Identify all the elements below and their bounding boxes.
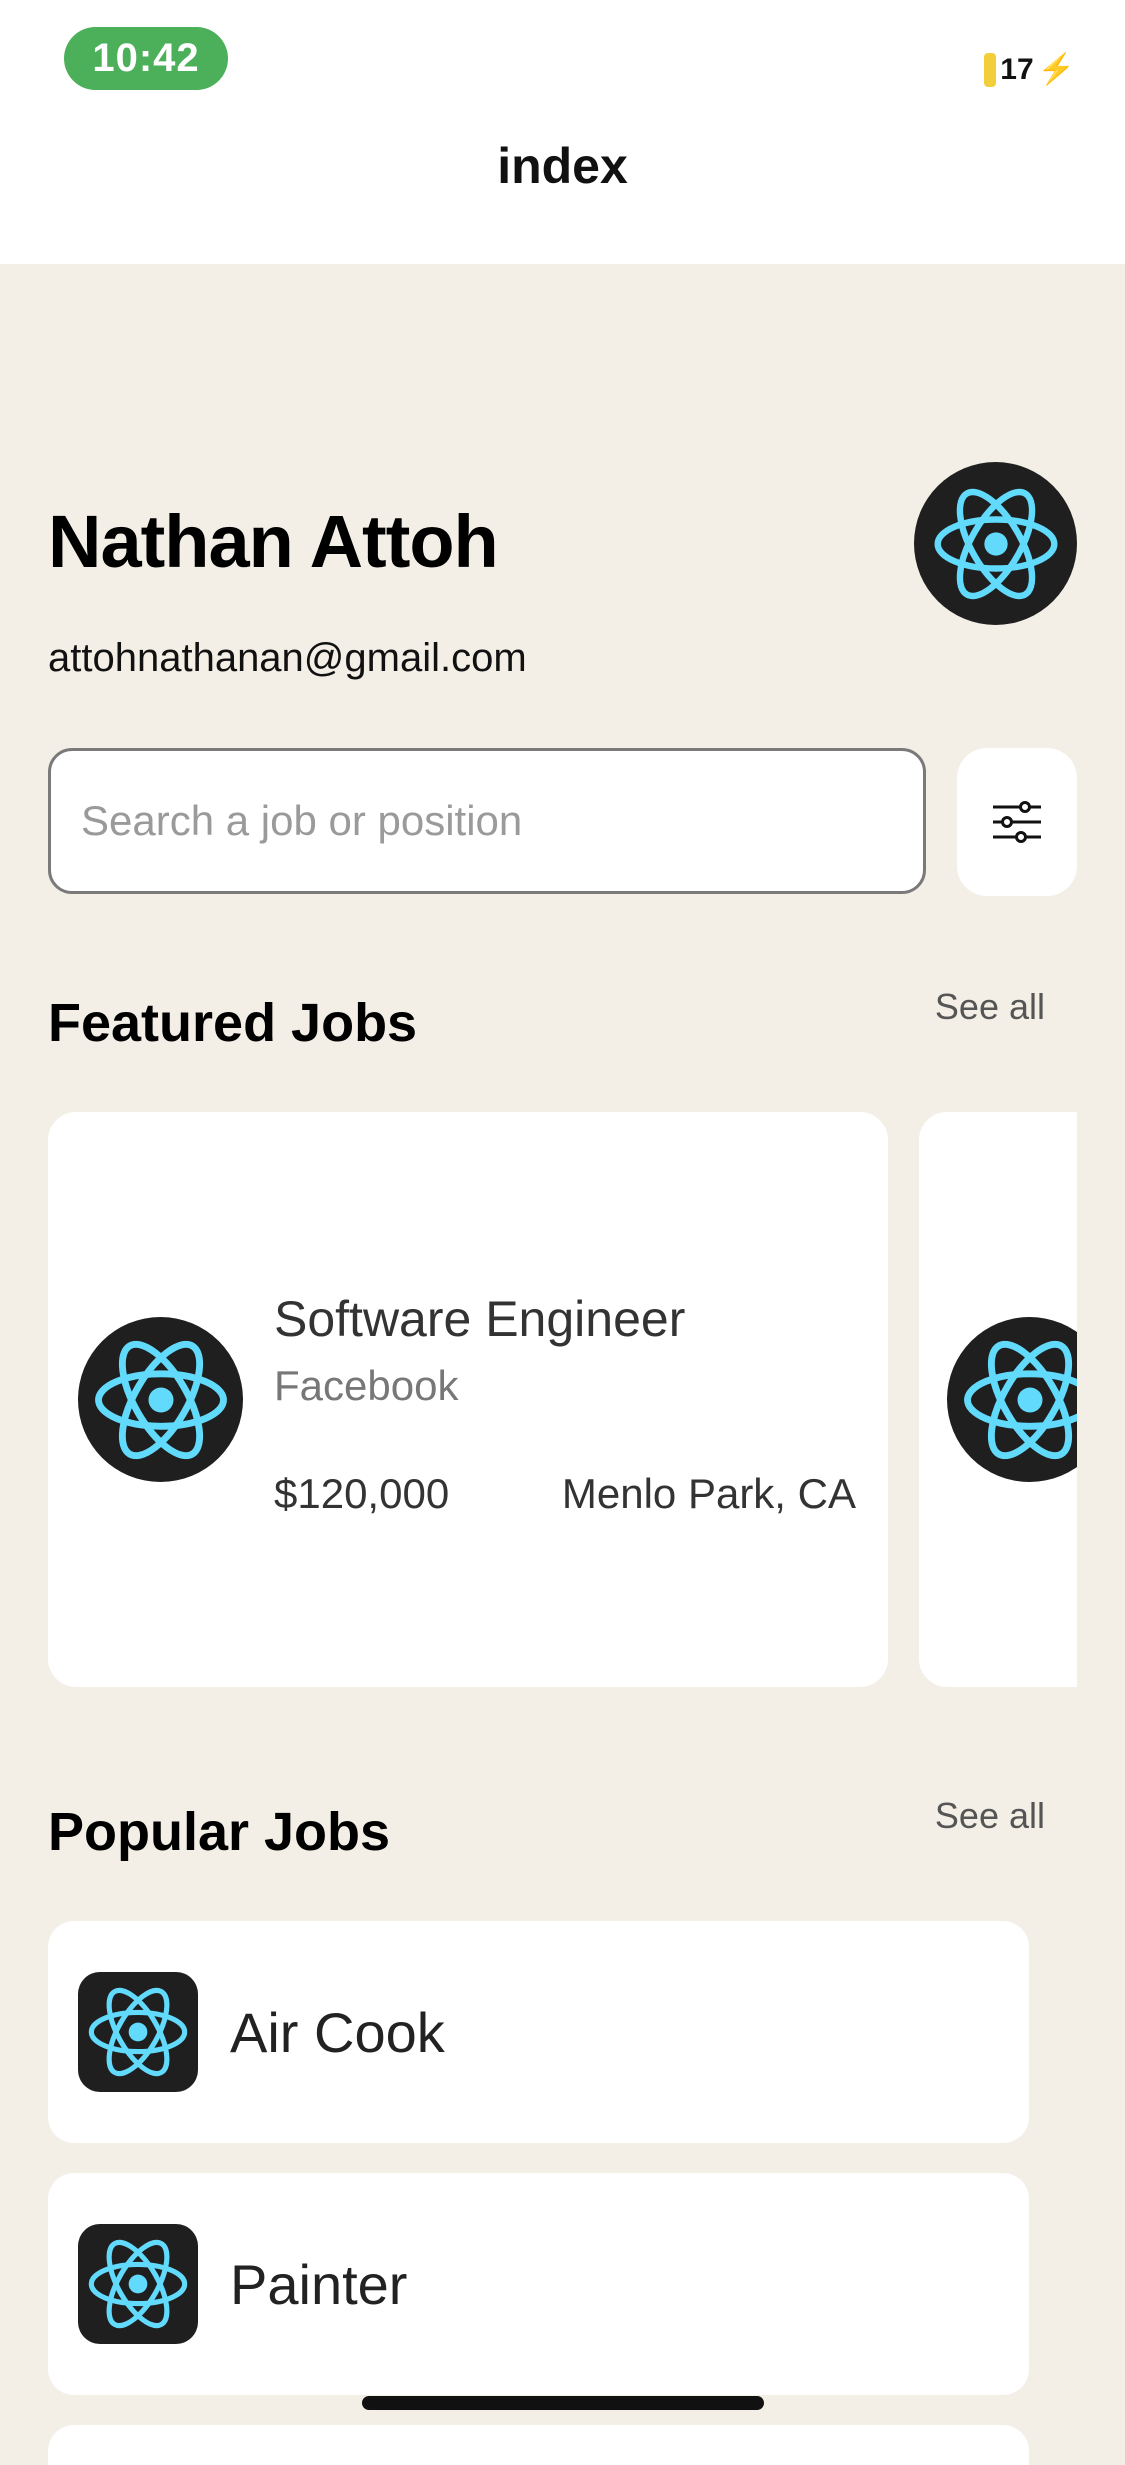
job-title: Software Engineer [274, 1291, 686, 1347]
main-content[interactable]: Nathan Attoh attohnathanan@gmail.com Sea… [0, 264, 1125, 2465]
sliders-icon [993, 801, 1041, 843]
company-logo [947, 1317, 1077, 1482]
featured-jobs-heading: Featured Jobs [48, 993, 418, 1053]
user-name: Nathan Attoh [48, 500, 499, 583]
job-location: Menlo Park, CA [561, 1470, 856, 1517]
react-atom-icon [963, 1340, 1077, 1459]
battery-icon [984, 52, 997, 87]
featured-job-card-next[interactable] [919, 1112, 1077, 1687]
charging-bolt-icon: ⚡ [1037, 53, 1075, 86]
popular-job-item[interactable]: Painter [48, 2173, 1029, 2395]
page-title: index [497, 137, 628, 194]
job-salary: $120,000 [274, 1470, 450, 1517]
battery-level: 17 [1000, 52, 1034, 86]
react-atom-icon [94, 1340, 227, 1459]
popular-job-item-partial[interactable] [48, 2425, 1029, 2465]
featured-see-all-link[interactable]: See all [935, 986, 1045, 1028]
profile-avatar[interactable] [914, 462, 1077, 625]
featured-job-card[interactable]: Software Engineer Facebook $120,000 Menl… [48, 1112, 888, 1687]
status-bar: 10:42 17 ⚡ [0, 0, 1125, 130]
job-logo [78, 1972, 198, 2092]
popular-job-item[interactable]: Air Cook [48, 1921, 1029, 2143]
job-company: Facebook [274, 1362, 459, 1409]
job-logo [78, 2224, 198, 2344]
react-atom-icon [88, 2239, 188, 2329]
search-input[interactable] [79, 796, 923, 846]
popular-job-title: Painter [230, 2252, 408, 2316]
user-email: attohnathanan@gmail.com [48, 636, 527, 680]
react-atom-icon [88, 1987, 188, 2077]
react-atom-icon [933, 488, 1058, 599]
company-logo [78, 1317, 243, 1482]
battery-indicator: 17 ⚡ [984, 52, 1075, 87]
popular-jobs-heading: Popular Jobs [48, 1802, 391, 1862]
nav-header: index [0, 130, 1125, 264]
home-indicator[interactable] [362, 2396, 764, 2410]
filter-button[interactable] [957, 748, 1077, 896]
status-time: 10:42 [64, 27, 228, 90]
popular-see-all-link[interactable]: See all [935, 1795, 1045, 1837]
popular-job-title: Air Cook [230, 2000, 445, 2064]
search-field[interactable] [48, 748, 926, 894]
